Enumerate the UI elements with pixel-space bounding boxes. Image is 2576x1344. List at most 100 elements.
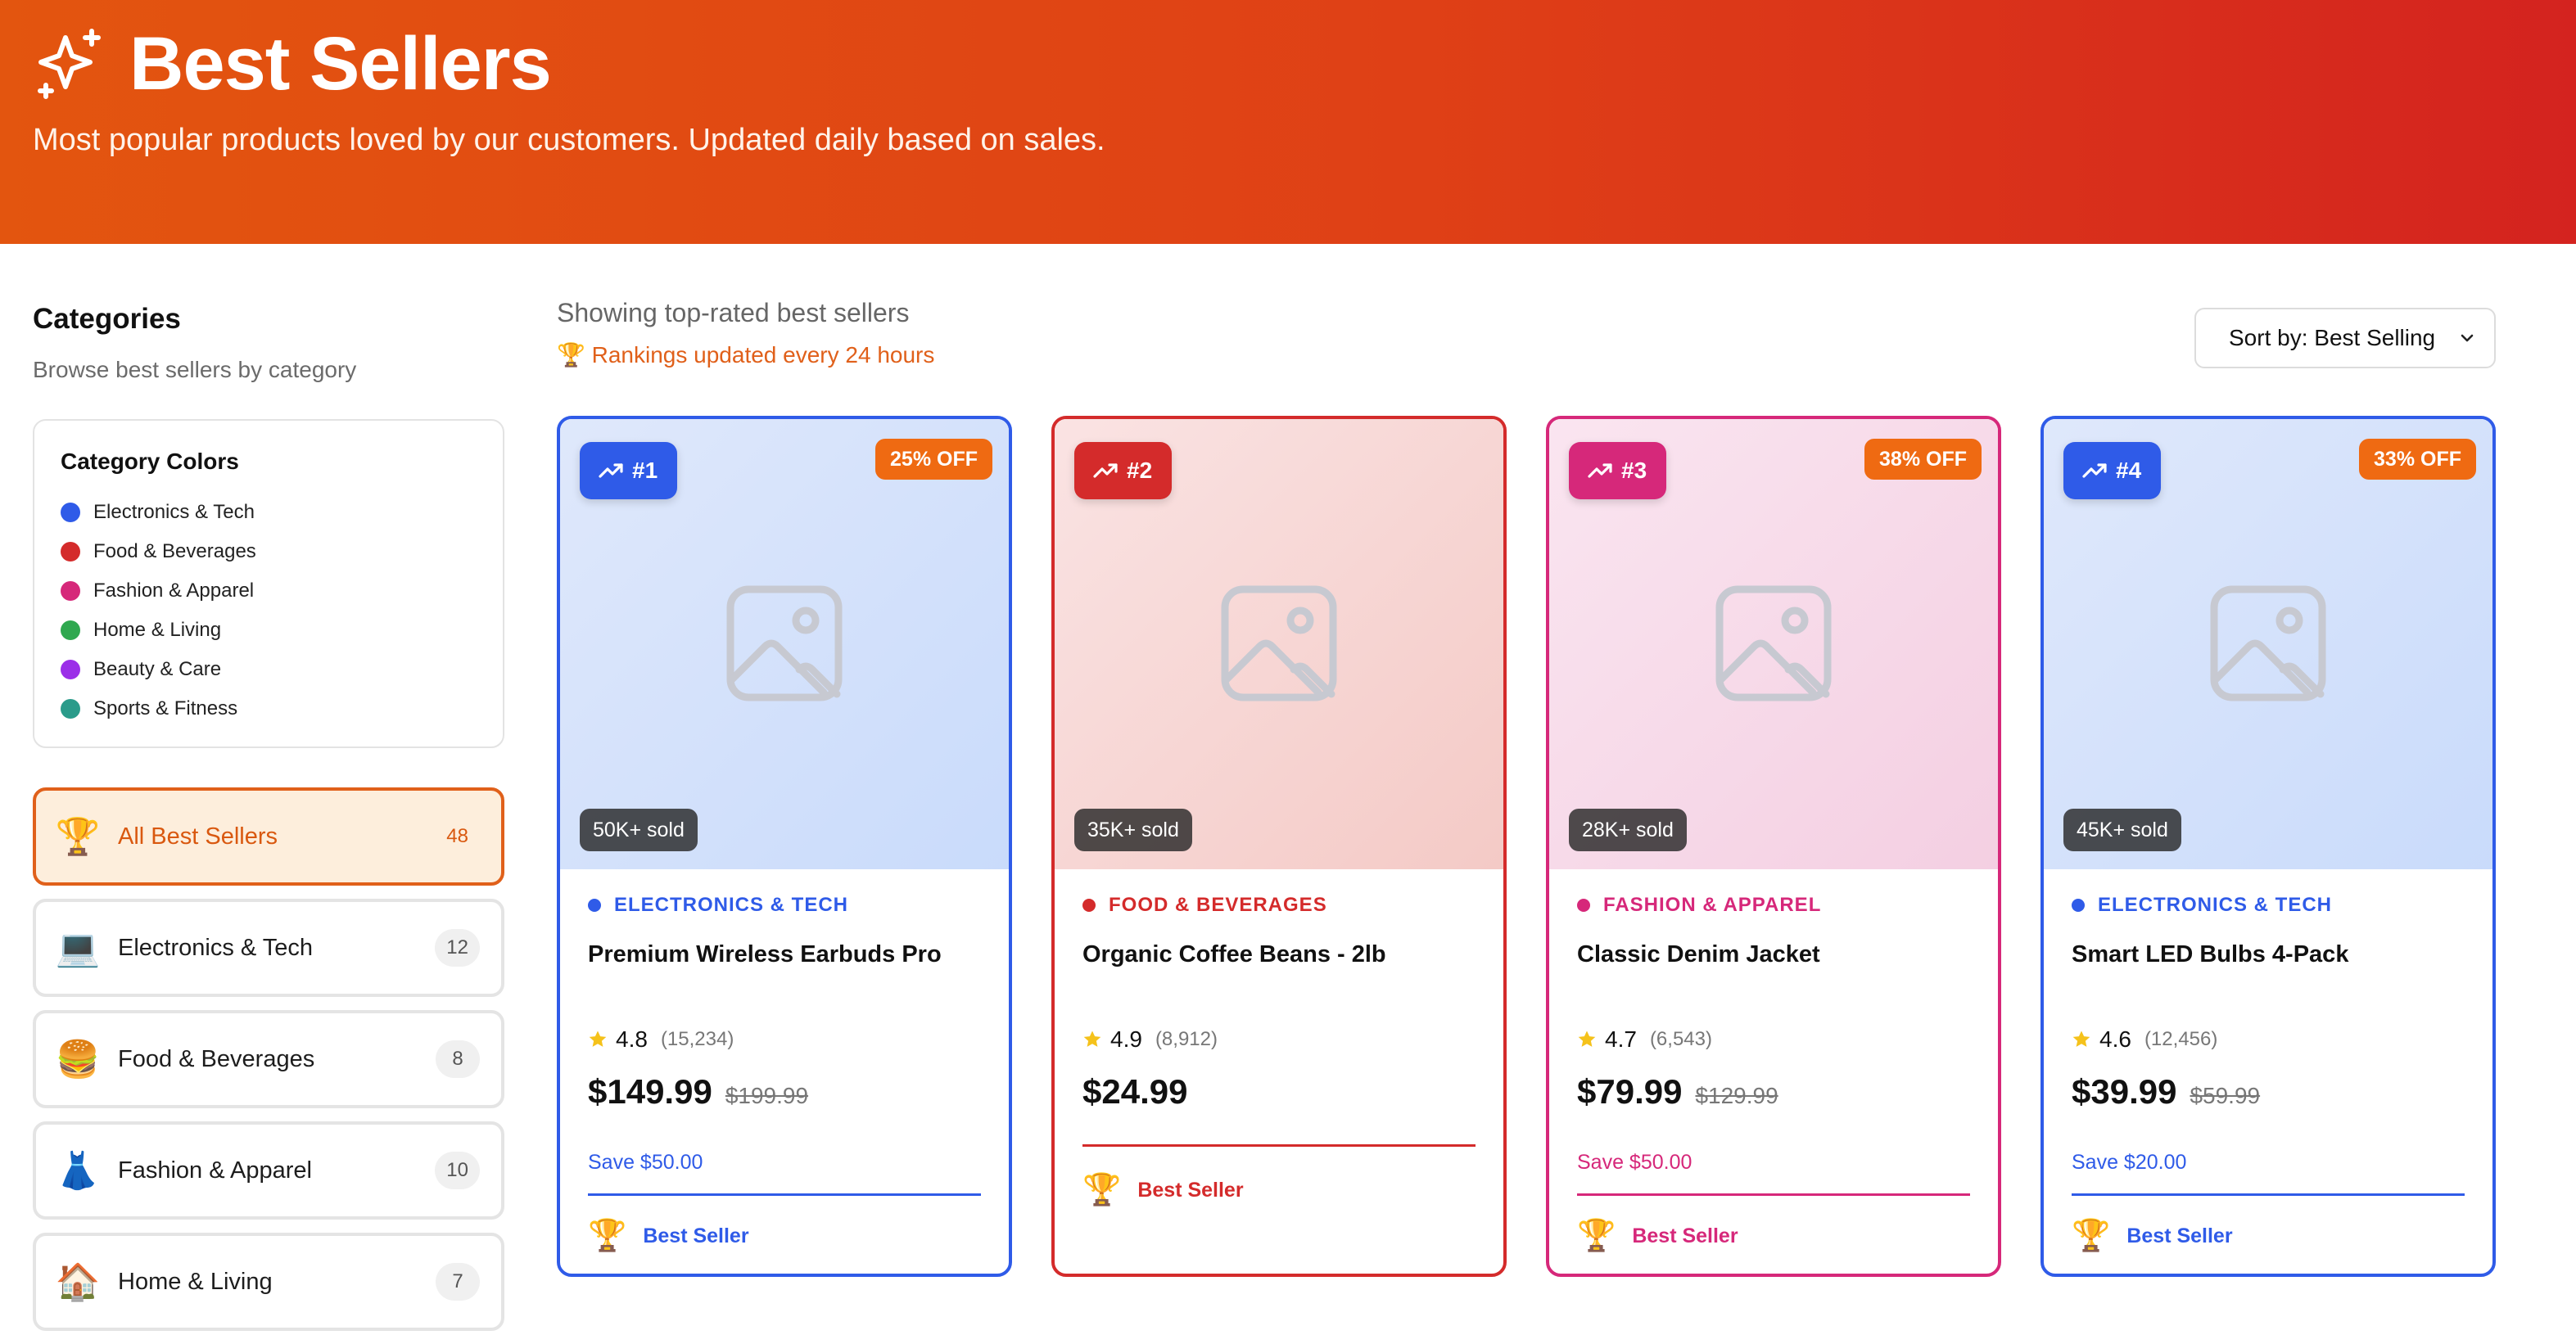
sold-count-badge: 50K+ sold <box>580 809 698 851</box>
trophy-icon: 🏆 <box>2072 1219 2111 1253</box>
rank-label: #4 <box>2116 458 2142 483</box>
review-count: (15,234) <box>660 1028 734 1050</box>
card-divider <box>2072 1193 2465 1196</box>
product-rating: 4.9 (8,912) <box>1082 1026 1218 1053</box>
category-count: 48 <box>446 825 468 847</box>
sidebar: Categories Browse best sellers by catego… <box>33 303 504 1344</box>
legend-label: Home & Living <box>93 619 222 641</box>
product-rating: 4.7 (6,543) <box>1577 1026 1712 1053</box>
current-price: $149.99 <box>588 1072 712 1111</box>
rating-value: 4.9 <box>1110 1026 1142 1052</box>
trophy-icon: 🏆 <box>1082 1173 1122 1207</box>
title-row: Best Sellers <box>33 21 552 106</box>
review-count: (8,912) <box>1155 1028 1218 1050</box>
category-item-food[interactable]: 🍔 Food & Beverages 8 <box>33 1010 504 1108</box>
category-tag-label: FOOD & BEVERAGES <box>1109 894 1327 916</box>
trophy-icon: 🏆 <box>588 1219 627 1253</box>
legend-title: Category Colors <box>61 449 239 474</box>
best-seller-text: Best Seller <box>643 1224 749 1247</box>
product-name[interactable]: Premium Wireless Earbuds Pro <box>588 941 981 968</box>
sort-select[interactable]: Sort by: Best Selling <box>2194 308 2496 368</box>
sold-count-badge: 28K+ sold <box>1569 809 1687 851</box>
legend-dot <box>61 699 80 719</box>
review-count: (6,543) <box>1649 1028 1712 1050</box>
category-label: Food & Beverages <box>118 1045 315 1072</box>
product-image-area[interactable]: #2 35K+ sold <box>1055 419 1503 869</box>
sidebar-title: Categories <box>33 303 181 335</box>
product-card[interactable]: #1 25% OFF 50K+ sold ELECTRONICS & TECH … <box>557 416 1012 1277</box>
category-list: 🏆 All Best Sellers 48 💻 Electronics & Te… <box>33 787 504 1331</box>
product-category: ELECTRONICS & TECH <box>588 894 981 917</box>
rank-badge: #3 <box>1569 442 1667 499</box>
discount-badge: 38% OFF <box>1864 439 1982 480</box>
product-image-area[interactable]: #4 33% OFF 45K+ sold <box>2044 419 2492 869</box>
sold-count-badge: 35K+ sold <box>1074 809 1192 851</box>
product-category: ELECTRONICS & TECH <box>2072 894 2465 917</box>
trending-up-icon <box>1093 463 1118 478</box>
category-item-electronics[interactable]: 💻 Electronics & Tech 12 <box>33 899 504 997</box>
legend-dot <box>61 660 80 679</box>
rank-label: #3 <box>1621 458 1647 483</box>
legend-item: Food & Beverages <box>61 532 477 571</box>
legend-label: Fashion & Apparel <box>93 580 255 602</box>
star-icon <box>589 1031 607 1047</box>
review-count: (12,456) <box>2144 1028 2218 1050</box>
chevron-down-icon <box>2461 334 2474 342</box>
category-count: 8 <box>436 1040 480 1078</box>
product-card[interactable]: #2 35K+ sold FOOD & BEVERAGES Organic Co… <box>1051 416 1507 1277</box>
rank-badge: #1 <box>580 442 678 499</box>
product-image-area[interactable]: #3 38% OFF 28K+ sold <box>1549 419 1998 869</box>
results-summary: Showing top-rated best sellers <box>557 298 910 327</box>
product-name[interactable]: Organic Coffee Beans - 2lb <box>1082 941 1476 968</box>
rating-value: 4.8 <box>616 1026 648 1052</box>
product-image-area[interactable]: #1 25% OFF 50K+ sold <box>560 419 1009 869</box>
current-price: $79.99 <box>1577 1072 1683 1111</box>
category-tag-label: ELECTRONICS & TECH <box>2098 894 2333 916</box>
legend-label: Sports & Fitness <box>93 697 238 719</box>
page-header: Best Sellers Most popular products loved… <box>0 0 2576 244</box>
dress-icon: 👗 <box>55 1151 101 1191</box>
sort-label: Sort by: Best Selling <box>2229 325 2436 350</box>
category-item-home[interactable]: 🏠 Home & Living 7 <box>33 1233 504 1331</box>
rank-badge: #4 <box>2063 442 2162 499</box>
legend-dot <box>61 620 80 640</box>
product-rating: 4.6 (12,456) <box>2072 1026 2217 1053</box>
category-dot <box>588 899 601 912</box>
product-name[interactable]: Smart LED Bulbs 4-Pack <box>2072 941 2465 968</box>
product-card[interactable]: #4 33% OFF 45K+ sold ELECTRONICS & TECH … <box>2040 416 2496 1277</box>
trending-up-icon <box>1588 463 1612 478</box>
price-row: $39.99 $59.99 <box>2072 1072 2260 1112</box>
category-item-all-best-sellers[interactable]: 🏆 All Best Sellers 48 <box>33 787 504 886</box>
category-count: 12 <box>435 929 480 967</box>
original-price: $199.99 <box>725 1083 809 1108</box>
discount-badge: 33% OFF <box>2359 439 2476 480</box>
legend-label: Electronics & Tech <box>93 501 255 523</box>
category-colors-legend: Category Colors Electronics & Tech Food … <box>33 419 504 748</box>
original-price: $59.99 <box>2190 1083 2261 1108</box>
image-placeholder-icon <box>1221 585 1337 701</box>
results-header: Showing top-rated best sellers 🏆 Ranking… <box>557 298 934 368</box>
image-placeholder-icon <box>1715 585 1832 701</box>
category-item-fashion[interactable]: 👗 Fashion & Apparel 10 <box>33 1121 504 1220</box>
category-count: 7 <box>436 1263 480 1301</box>
product-card[interactable]: #3 38% OFF 28K+ sold FASHION & APPAREL C… <box>1546 416 2001 1277</box>
burger-icon: 🍔 <box>55 1040 101 1080</box>
rank-label: #2 <box>1127 458 1153 483</box>
category-dot <box>1082 899 1096 912</box>
card-divider <box>1082 1144 1476 1147</box>
star-icon <box>1083 1031 1101 1047</box>
image-placeholder-icon <box>2210 585 2326 701</box>
product-name[interactable]: Classic Denim Jacket <box>1577 941 1970 968</box>
product-category: FOOD & BEVERAGES <box>1082 894 1476 917</box>
trending-up-icon <box>599 463 623 478</box>
star-icon <box>2072 1031 2090 1047</box>
savings-text: Save $20.00 <box>2072 1151 2187 1174</box>
sold-count-badge: 45K+ sold <box>2063 809 2181 851</box>
product-info: ELECTRONICS & TECH Premium Wireless Earb… <box>588 894 981 1253</box>
category-label: Electronics & Tech <box>118 934 314 961</box>
legend-dot <box>61 503 80 522</box>
rank-label: #1 <box>632 458 658 483</box>
laptop-icon: 💻 <box>55 928 101 968</box>
best-seller-label: 🏆 Best Seller <box>1082 1172 1244 1208</box>
page-title: Best Sellers <box>129 22 552 106</box>
